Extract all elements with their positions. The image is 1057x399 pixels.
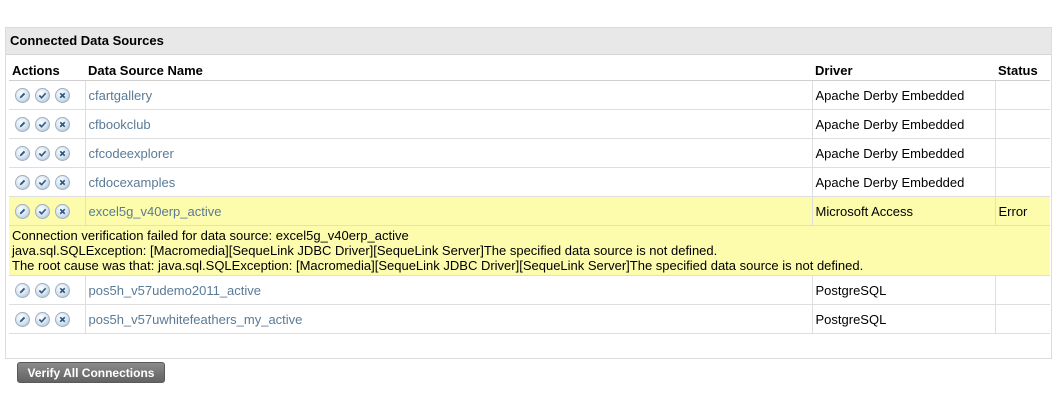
status-cell: Error xyxy=(995,196,1050,226)
verify-all-connections-button[interactable]: Verify All Connections xyxy=(17,362,165,383)
edit-icon[interactable] xyxy=(15,87,30,103)
verify-icon[interactable] xyxy=(35,311,50,327)
edit-icon[interactable] xyxy=(15,174,30,190)
table-row: cfcodeexplorer Apache Derby Embedded xyxy=(9,138,1050,168)
col-header-driver: Driver xyxy=(812,60,995,81)
driver-cell: Apache Derby Embedded xyxy=(812,138,996,168)
edit-icon[interactable] xyxy=(15,145,30,161)
verify-icon[interactable] xyxy=(35,87,50,103)
col-header-actions: Actions xyxy=(9,60,85,81)
status-cell xyxy=(995,275,1050,305)
verify-icon[interactable] xyxy=(35,282,50,298)
data-source-name-link[interactable]: pos5h_v57udemo2011_active xyxy=(89,283,262,298)
verify-icon[interactable] xyxy=(35,116,50,132)
verify-icon[interactable] xyxy=(35,145,50,161)
status-cell xyxy=(995,167,1050,197)
data-source-name-link[interactable]: pos5h_v57uwhitefeathers_my_active xyxy=(89,312,303,327)
table-header-row: Actions Data Source Name Driver Status xyxy=(9,60,1050,81)
table-row: pos5h_v57uwhitefeathers_my_active Postgr… xyxy=(9,304,1050,334)
edit-icon[interactable] xyxy=(15,116,30,132)
driver-cell: Apache Derby Embedded xyxy=(812,167,996,197)
delete-icon[interactable] xyxy=(55,203,70,219)
status-cell xyxy=(995,138,1050,168)
error-message-line1: Connection verification failed for data … xyxy=(12,228,409,243)
error-message-line3: The root cause was that: java.sql.SQLExc… xyxy=(12,258,864,273)
panel-bottom-divider xyxy=(5,358,1052,359)
col-header-status: Status xyxy=(995,60,1050,81)
driver-cell: Microsoft Access xyxy=(812,196,996,226)
edit-icon[interactable] xyxy=(15,203,30,219)
data-source-name-link[interactable]: cfartgallery xyxy=(89,88,153,103)
data-sources-table: Actions Data Source Name Driver Status c… xyxy=(9,60,1050,334)
edit-icon[interactable] xyxy=(15,282,30,298)
data-source-name-link[interactable]: cfcodeexplorer xyxy=(89,146,174,161)
status-cell xyxy=(995,109,1050,139)
driver-cell: PostgreSQL xyxy=(812,304,996,334)
status-cell xyxy=(995,304,1050,334)
table-row: cfbookclub Apache Derby Embedded xyxy=(9,109,1050,139)
data-source-name-link[interactable]: cfbookclub xyxy=(89,117,151,132)
table-row: cfdocexamples Apache Derby Embedded xyxy=(9,167,1050,197)
status-cell xyxy=(995,80,1050,110)
table-row: pos5h_v57udemo2011_active PostgreSQL xyxy=(9,275,1050,305)
verify-icon[interactable] xyxy=(35,203,50,219)
table-row: excel5g_v40erp_active Microsoft Access E… xyxy=(9,196,1050,226)
driver-cell: Apache Derby Embedded xyxy=(812,80,996,110)
panel-title: Connected Data Sources xyxy=(6,28,1051,55)
data-source-name-link[interactable]: cfdocexamples xyxy=(89,175,176,190)
delete-icon[interactable] xyxy=(55,311,70,327)
connected-data-sources-panel: Connected Data Sources Actions Data Sour… xyxy=(5,27,1052,383)
error-message-row: Connection verification failed for data … xyxy=(9,225,1050,276)
delete-icon[interactable] xyxy=(55,174,70,190)
delete-icon[interactable] xyxy=(55,282,70,298)
error-message-line2: java.sql.SQLException: [Macromedia][Sequ… xyxy=(12,243,718,258)
edit-icon[interactable] xyxy=(15,311,30,327)
delete-icon[interactable] xyxy=(55,87,70,103)
verify-icon[interactable] xyxy=(35,174,50,190)
col-header-name: Data Source Name xyxy=(85,60,812,81)
delete-icon[interactable] xyxy=(55,145,70,161)
table-row: cfartgallery Apache Derby Embedded xyxy=(9,80,1050,110)
delete-icon[interactable] xyxy=(55,116,70,132)
driver-cell: Apache Derby Embedded xyxy=(812,109,996,139)
driver-cell: PostgreSQL xyxy=(812,275,996,305)
data-source-name-link[interactable]: excel5g_v40erp_active xyxy=(89,204,222,219)
